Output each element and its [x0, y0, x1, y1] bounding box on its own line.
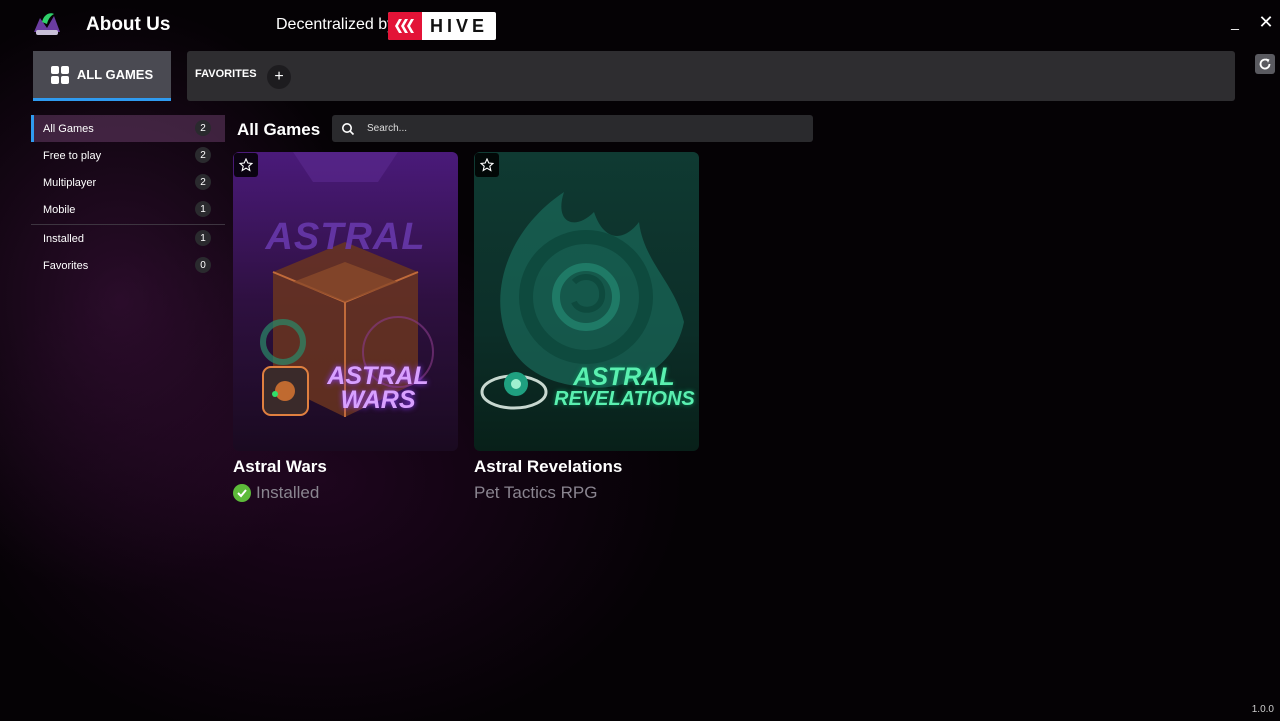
favorite-toggle[interactable]: [234, 153, 258, 177]
sidebar-item-count: 1: [195, 201, 211, 217]
cover-logo-line1: ASTRAL: [327, 362, 429, 390]
sidebar-item-label: Free to play: [43, 149, 102, 162]
cover-logo-line2: REVELATIONS: [554, 388, 695, 410]
sidebar-item-all-games[interactable]: All Games 2: [31, 115, 225, 142]
sidebar-item-label: Mobile: [43, 203, 76, 216]
tab-all-games-label: ALL GAMES: [76, 67, 154, 82]
tab-favorites[interactable]: FAVORITES: [195, 68, 257, 80]
page-title: All Games: [237, 120, 321, 139]
decentralized-label: Decentralized by: [276, 16, 396, 33]
version-label: 1.0.0: [1251, 704, 1274, 715]
sidebar-item-favorites[interactable]: Favorites 0: [31, 252, 225, 279]
category-sidebar: All Games 2 Free to play 2 Multiplayer 2…: [31, 115, 225, 279]
tab-all-games[interactable]: ALL GAMES: [33, 51, 171, 101]
add-tab-button[interactable]: +: [267, 65, 291, 89]
cover-top-wordmark: ASTRAL: [265, 216, 426, 258]
close-button[interactable]: ✕: [1257, 12, 1275, 32]
cover-logo: ASTRAL REVELATIONS: [554, 363, 695, 411]
sidebar-item-label: All Games: [43, 122, 94, 135]
star-icon: [480, 158, 494, 172]
grid-icon: [50, 65, 69, 84]
refresh-button[interactable]: [1255, 54, 1275, 74]
sidebar-item-installed[interactable]: Installed 1: [31, 225, 225, 252]
title-bar: About Us Decentralized by HIVE _ ✕: [0, 0, 1280, 50]
sidebar-item-label: Multiplayer: [43, 176, 97, 189]
sidebar-item-free-to-play[interactable]: Free to play 2: [31, 142, 225, 169]
sidebar-item-label: Installed: [43, 232, 84, 245]
game-cover-art: ASTRAL ASTRAL WARS: [233, 152, 458, 451]
cover-logo: ASTRAL WARS: [313, 362, 443, 414]
sidebar-item-count: 0: [195, 257, 211, 273]
game-status-label: Installed: [256, 483, 320, 502]
refresh-icon: [1259, 58, 1271, 70]
sidebar-item-count: 1: [195, 230, 211, 246]
search-icon: [342, 122, 355, 135]
cover-logo-line1: ASTRAL: [573, 363, 675, 391]
game-title: Astral Revelations: [474, 457, 623, 476]
game-status: Installed: [233, 483, 458, 503]
sidebar-item-multiplayer[interactable]: Multiplayer 2: [31, 169, 225, 196]
game-card-astral-revelations[interactable]: ASTRAL REVELATIONS Astral Revelations Pe…: [474, 152, 699, 503]
sidebar-item-count: 2: [195, 120, 211, 136]
hive-wordmark: HIVE: [429, 15, 488, 36]
installed-check-icon: [233, 484, 251, 502]
sidebar-item-count: 2: [195, 147, 211, 163]
tabs-strip: FAVORITES +: [187, 51, 1235, 101]
about-us-link[interactable]: About Us: [86, 14, 170, 36]
sidebar-item-count: 2: [195, 174, 211, 190]
sidebar-item-label: Favorites: [43, 259, 89, 272]
app-logo: [34, 13, 60, 35]
star-icon: [239, 158, 253, 172]
sidebar-item-mobile[interactable]: Mobile 1: [31, 196, 225, 223]
game-title: Astral Wars: [233, 457, 327, 476]
favorite-toggle[interactable]: [475, 153, 499, 177]
game-card-astral-wars[interactable]: ASTRAL ASTRAL WARS Astral Wars Installed: [233, 152, 458, 503]
minimize-button[interactable]: _: [1227, 14, 1243, 30]
game-genre: Pet Tactics RPG: [474, 483, 598, 502]
hive-logo-icon: [388, 12, 422, 40]
search-input[interactable]: [365, 122, 813, 135]
game-cover-art: ASTRAL REVELATIONS: [474, 152, 699, 451]
cover-logo-line2: WARS: [340, 386, 416, 414]
hive-badge[interactable]: HIVE: [388, 12, 496, 40]
launcher-window: About Us Decentralized by HIVE _ ✕ ALL G…: [0, 0, 1280, 721]
search-box[interactable]: [332, 115, 813, 142]
